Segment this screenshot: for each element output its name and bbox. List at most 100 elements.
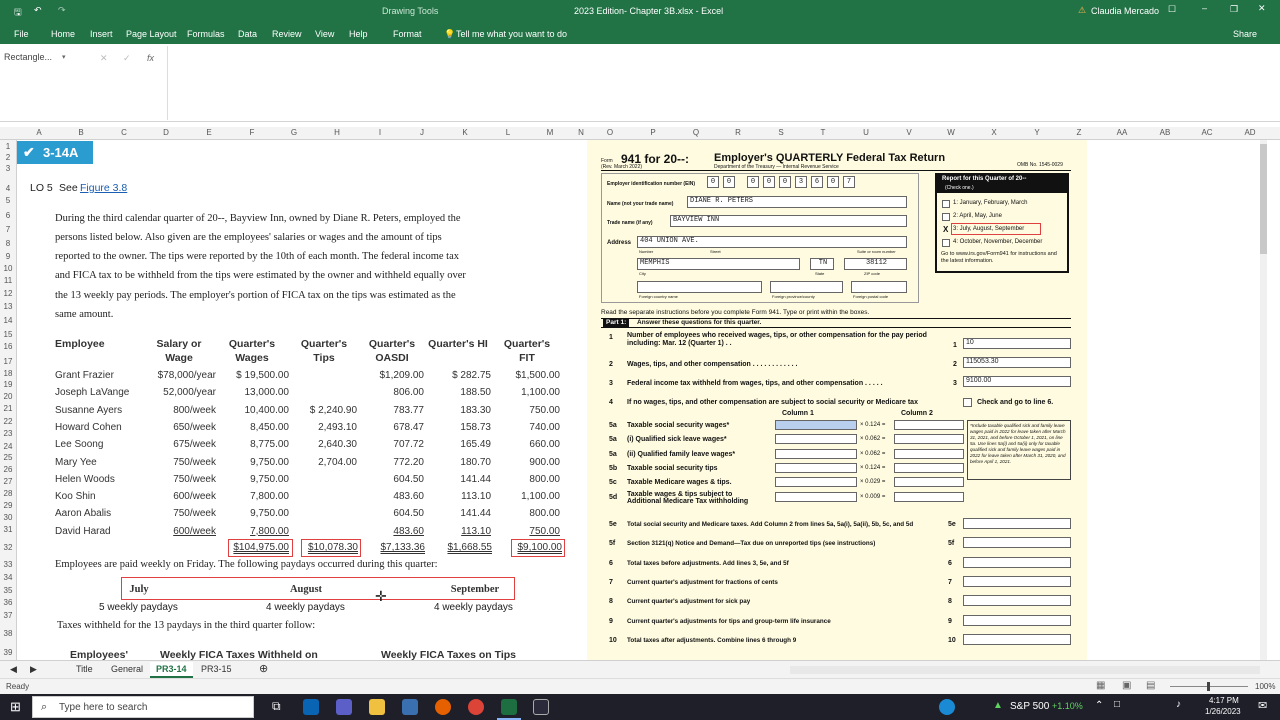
outlook-icon[interactable] xyxy=(303,699,319,715)
tab-formulas[interactable]: Formulas xyxy=(187,29,225,39)
column-header[interactable]: U xyxy=(863,128,869,137)
table-cell[interactable]: 2,704.00 xyxy=(297,457,357,468)
column-2-field[interactable] xyxy=(894,477,964,488)
page-layout-icon[interactable]: ▣ xyxy=(1122,680,1131,691)
column-1-field[interactable] xyxy=(775,491,857,502)
volume-icon[interactable]: ♪ xyxy=(1176,699,1181,710)
line-amount-field[interactable] xyxy=(963,556,1071,568)
row-header[interactable]: 21 xyxy=(0,404,16,413)
column-header[interactable]: X xyxy=(991,128,996,137)
sheet-tab-title[interactable]: Title xyxy=(76,664,93,674)
row-header[interactable]: 18 xyxy=(0,369,16,378)
row-header[interactable]: 4 xyxy=(0,184,16,193)
column-header[interactable]: S xyxy=(778,128,783,137)
column-header[interactable]: AA xyxy=(1117,128,1128,137)
table-cell[interactable]: 600/week xyxy=(145,491,216,502)
table-cell[interactable]: 750/week xyxy=(145,457,216,468)
table-cell[interactable]: 600/week xyxy=(145,526,216,537)
address-field[interactable]: 404 UNION AVE. xyxy=(637,236,907,248)
state-field[interactable]: TN xyxy=(810,258,834,270)
city-field[interactable]: MEMPHIS xyxy=(637,258,800,270)
ein-digit-box[interactable]: 0 xyxy=(779,176,791,188)
column-header[interactable]: Z xyxy=(1077,128,1082,137)
tab-page-layout[interactable]: Page Layout xyxy=(126,29,177,39)
column-header[interactable]: F xyxy=(250,128,255,137)
table-cell[interactable]: 750.00 xyxy=(501,526,560,537)
minimize-icon[interactable]: – xyxy=(1202,3,1207,13)
column-header[interactable]: V xyxy=(906,128,911,137)
line-3-field[interactable]: 9100.00 xyxy=(963,376,1071,387)
row-header[interactable]: 9 xyxy=(0,252,16,261)
tab-nav-left-icon[interactable]: ◀ xyxy=(10,664,17,675)
line-amount-field[interactable] xyxy=(963,575,1071,587)
row-header[interactable]: 3 xyxy=(0,164,16,173)
excel-icon[interactable] xyxy=(501,699,517,715)
column-header[interactable]: P xyxy=(650,128,655,137)
table-cell[interactable]: 800/week xyxy=(145,405,216,416)
column-header[interactable]: I xyxy=(379,128,381,137)
column-1-field[interactable] xyxy=(775,462,857,473)
row-header[interactable]: 17 xyxy=(0,357,16,366)
user-name[interactable]: Claudia Mercado xyxy=(1091,6,1159,16)
tab-nav-right-icon[interactable]: ▶ xyxy=(30,664,37,675)
row-header[interactable]: 2 xyxy=(0,153,16,162)
notification-icon[interactable]: ✉ xyxy=(1258,699,1267,712)
column-header[interactable]: Y xyxy=(1034,128,1039,137)
column-header[interactable]: N xyxy=(578,128,584,137)
table-cell[interactable]: 113.10 xyxy=(432,526,491,537)
employee-name-cell[interactable]: Lee Soong xyxy=(55,439,145,450)
table-cell[interactable]: 9,750.00 xyxy=(222,457,289,468)
undo-icon[interactable]: ↶ xyxy=(34,5,42,16)
row-header[interactable]: 28 xyxy=(0,489,16,498)
ein-digit-box[interactable]: 0 xyxy=(707,176,719,188)
column-header[interactable]: T xyxy=(821,128,826,137)
column-header[interactable]: G xyxy=(291,128,297,137)
close-icon[interactable]: ✕ xyxy=(1258,3,1266,14)
table-cell[interactable]: 8,450.00 xyxy=(222,422,289,433)
row-header[interactable]: 14 xyxy=(0,316,16,325)
row-header[interactable]: 31 xyxy=(0,525,16,534)
row-header[interactable]: 30 xyxy=(0,513,16,522)
line-amount-field[interactable] xyxy=(963,537,1071,549)
chrome-icon[interactable] xyxy=(468,699,484,715)
foreign-country-field[interactable] xyxy=(637,281,762,293)
column-header[interactable]: E xyxy=(206,128,211,137)
column-header[interactable]: L xyxy=(506,128,510,137)
column-header[interactable]: AD xyxy=(1244,128,1255,137)
table-cell[interactable]: 8,775.00 xyxy=(222,439,289,450)
row-header[interactable]: 23 xyxy=(0,429,16,438)
table-cell[interactable]: 900.00 xyxy=(501,457,560,468)
formula-input[interactable] xyxy=(167,46,1272,120)
row-header[interactable]: 34 xyxy=(0,573,16,582)
table-cell[interactable]: 1,100.00 xyxy=(501,491,560,502)
tab-home[interactable]: Home xyxy=(51,29,75,39)
table-cell[interactable]: 740.00 xyxy=(501,422,560,433)
row-header[interactable]: 22 xyxy=(0,417,16,426)
ein-digit-box[interactable]: 0 xyxy=(827,176,839,188)
table-cell[interactable]: 52,000/year xyxy=(145,387,216,398)
line-4-checkbox[interactable] xyxy=(963,398,972,407)
tab-insert[interactable]: Insert xyxy=(90,29,113,39)
row-header[interactable]: 7 xyxy=(0,225,16,234)
row-header[interactable]: 8 xyxy=(0,239,16,248)
table-cell[interactable]: 772.20 xyxy=(362,457,424,468)
table-cell[interactable]: 800.00 xyxy=(501,474,560,485)
tab-data[interactable]: Data xyxy=(238,29,257,39)
horizontal-scrollbar[interactable] xyxy=(790,666,1260,674)
row-header[interactable]: 6 xyxy=(0,211,16,220)
table-cell[interactable]: 1,100.00 xyxy=(501,387,560,398)
row-header[interactable]: 25 xyxy=(0,453,16,462)
line-amount-field[interactable] xyxy=(963,518,1071,529)
function-icon[interactable]: fx xyxy=(147,53,154,63)
table-cell[interactable]: 806.00 xyxy=(362,387,424,398)
employee-name-cell[interactable]: Howard Cohen xyxy=(55,422,145,433)
column-2-field[interactable] xyxy=(894,434,964,445)
row-header[interactable]: 13 xyxy=(0,302,16,311)
employee-name-cell[interactable]: Aaron Abalis xyxy=(55,508,145,519)
column-header[interactable]: Q xyxy=(693,128,699,137)
table-cell[interactable]: 9,750.00 xyxy=(222,474,289,485)
quarter-checkbox[interactable] xyxy=(942,239,950,247)
table-cell[interactable]: 2,493.10 xyxy=(297,422,357,433)
table-cell[interactable]: 650/week xyxy=(145,422,216,433)
row-header[interactable]: 1 xyxy=(0,142,16,151)
